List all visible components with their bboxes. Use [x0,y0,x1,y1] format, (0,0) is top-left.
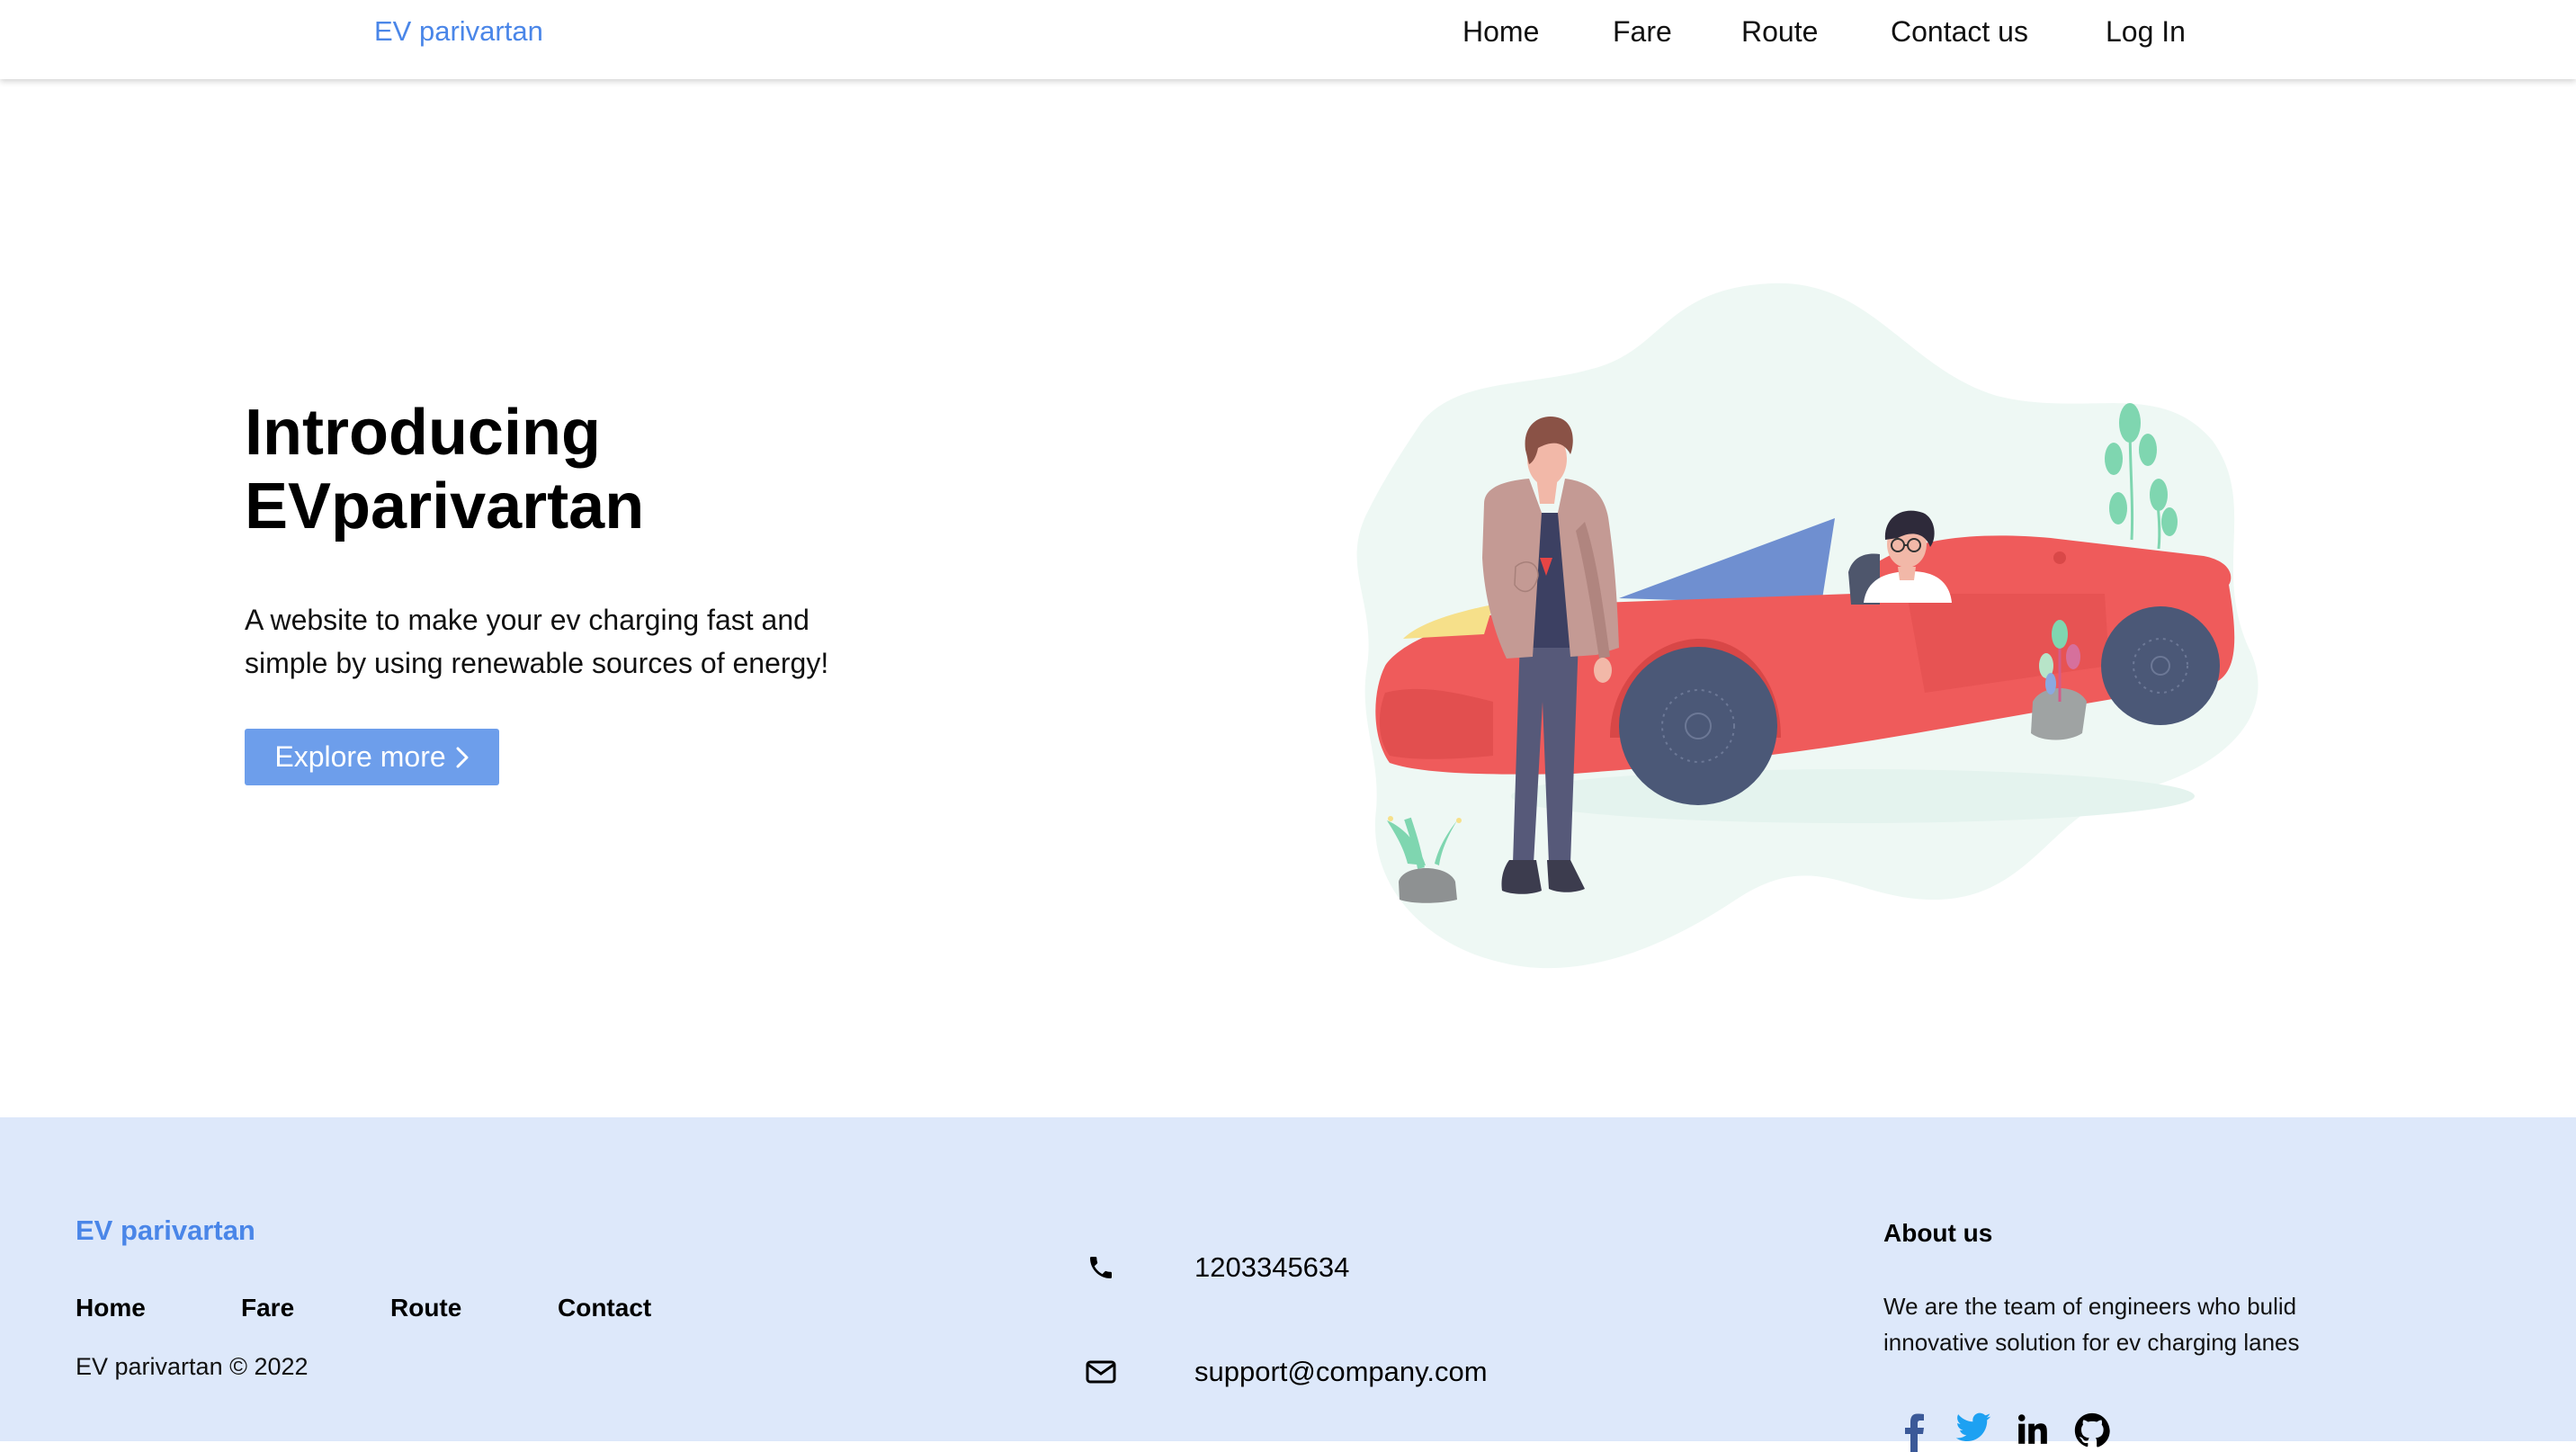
facebook-icon[interactable] [1894,1412,1934,1452]
github-icon[interactable] [2072,1412,2112,1452]
brand-logo-link[interactable]: EV parivartan [374,14,543,49]
car-front-shade [1379,688,1493,759]
footer-fare-link[interactable]: Fare [241,1293,294,1323]
hero-description: A website to make your ev charging fast … [245,604,829,679]
footer-phone-number: 1203345634 [1194,1251,1350,1283]
nav-log-in-link[interactable]: Log In [2106,14,2186,49]
phone-icon [1085,1251,1117,1284]
about-us-text: We are the team of engineers who bulid i… [1883,1293,2300,1356]
nav-contact-us-link[interactable]: Contact us [1891,14,2028,49]
explore-more-button[interactable]: Explore more [245,729,499,785]
footer-brand: EV parivartan [76,1214,255,1246]
footer-contact-link[interactable]: Contact [558,1293,651,1323]
footer-email-row: support@company.com [1085,1355,1488,1389]
about-us-heading: About us [1883,1219,1993,1247]
footer-copyright: EV parivartan © 2022 [76,1353,309,1380]
hero-title-line-1: Introducing [245,397,601,469]
footer-home-link[interactable]: Home [76,1293,146,1323]
twitter-icon[interactable] [1954,1412,1993,1452]
car-rear-wheel [2101,606,2220,725]
person-with-red-convertible-illustration [1356,282,2258,969]
hero-title: Introducing EVparivartan [245,396,644,543]
social-icons [1894,1412,2112,1452]
footer-phone-row: 1203345634 [1085,1250,1349,1285]
navbar: EV parivartan Home Fare Route Contact us… [0,0,2576,79]
footer-email-address[interactable]: support@company.com [1194,1355,1488,1389]
hero-title-line-2: EVparivartan [245,471,645,542]
footer-route-link[interactable]: Route [390,1293,461,1323]
nav-fare-link[interactable]: Fare [1613,14,1672,49]
envelope-icon [1085,1356,1117,1388]
car-shadow [1511,769,2195,823]
chevron-right-icon [455,746,470,769]
linkedin-icon[interactable] [2013,1412,2053,1452]
nav-home-link[interactable]: Home [1462,14,1539,49]
nav-route-link[interactable]: Route [1741,14,1818,49]
car-side-dot [2053,551,2066,564]
footer: EV parivartan Home Fare Route Contact EV… [0,1117,2576,1452]
explore-more-label: Explore more [274,740,446,773]
